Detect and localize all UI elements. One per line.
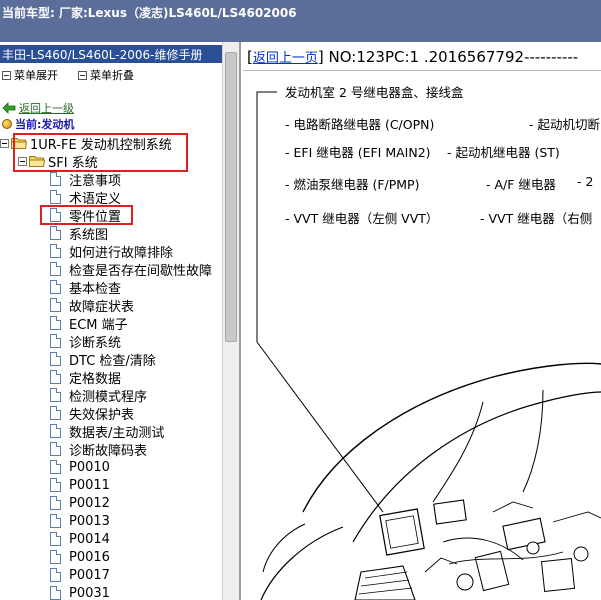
tree-item[interactable]: P0011 <box>50 476 110 494</box>
document-icon <box>50 298 61 312</box>
menu-toggle-row: 菜单展开 菜单折叠 <box>0 67 222 83</box>
tree-item[interactable]: 基本检查 <box>50 278 121 297</box>
tree-item[interactable]: 诊断故障码表 <box>50 440 147 459</box>
document-header: [返回上一页] NO:123PC:1 .2016567792---------- <box>247 48 579 66</box>
expand-all-button[interactable]: 菜单展开 <box>2 67 58 83</box>
document-number: NO:123PC:1 .2016567792---------- <box>328 48 579 66</box>
tree-item[interactable]: 检查是否存在间歇性故障 <box>50 260 212 279</box>
document-icon <box>50 460 61 474</box>
callout-more: - 2 <box>577 174 594 189</box>
navigation-pane: 丰田-LS460/LS460L-2006-维修手册 菜单展开 菜单折叠 返回上一… <box>0 42 241 600</box>
diagram-heading: 发动机室 2 号继电器盒、接线盒 <box>285 85 464 100</box>
tree-item[interactable]: DTC 检查/清除 <box>50 350 156 369</box>
tree-item[interactable]: 系统图 <box>50 224 108 243</box>
document-icon <box>50 172 61 186</box>
document-icon <box>50 352 61 366</box>
callout-circuit-opening-relay: - 电路断路继电器 (C/OPN) <box>285 117 435 132</box>
document-icon <box>50 514 61 528</box>
document-pane: [返回上一页] NO:123PC:1 .2016567792---------- <box>243 42 601 600</box>
window-title-bar: 当前车型: 厂家:Lexus（凌志)LS460L/LS4602006 <box>0 0 601 42</box>
callout-efi-relay: - EFI 继电器 (EFI MAIN2) <box>285 145 431 160</box>
tree-item[interactable]: 注意事项 <box>50 170 121 189</box>
document-icon <box>50 334 61 348</box>
callout-vvt-left-relay: - VVT 继电器（左侧 VVT） <box>285 211 439 226</box>
back-page-link[interactable]: 返回上一页 <box>253 51 318 66</box>
collapse-all-button[interactable]: 菜单折叠 <box>78 67 134 83</box>
tree-item[interactable]: 如何进行故障排除 <box>50 242 173 261</box>
tree-item[interactable]: 定格数据 <box>50 368 121 387</box>
document-icon <box>50 568 61 582</box>
tree-item[interactable]: P0016 <box>50 548 110 566</box>
document-icon <box>50 442 61 456</box>
highlight-box-section <box>13 133 188 172</box>
document-icon <box>50 226 61 240</box>
tree-item[interactable]: ECM 端子 <box>50 314 128 333</box>
callout-starter-cut: - 起动机切断 <box>529 117 600 132</box>
tree-item[interactable]: P0017 <box>50 566 110 584</box>
location-icon <box>2 119 12 129</box>
header-divider <box>243 70 601 71</box>
tree-item[interactable]: P0010 <box>50 458 110 476</box>
list-icon <box>2 70 11 80</box>
window-title: 当前车型: 厂家:Lexus（凌志)LS460L/LS4602006 <box>2 6 297 20</box>
current-location: 当前:发动机 <box>2 116 74 132</box>
tree-item[interactable]: P0013 <box>50 512 110 530</box>
document-icon <box>50 280 61 294</box>
document-icon <box>50 496 61 510</box>
document-icon <box>50 316 61 330</box>
tree-item[interactable]: 检测模式程序 <box>50 386 147 405</box>
document-icon <box>50 424 61 438</box>
document-icon <box>50 478 61 492</box>
document-icon <box>50 190 61 204</box>
callout-starter-relay: - 起动机继电器 (ST) <box>447 145 560 160</box>
tree-scrollbar[interactable] <box>222 42 239 600</box>
document-icon <box>50 406 61 420</box>
tree-item[interactable]: 诊断系统 <box>50 332 121 351</box>
tree-item[interactable]: P0012 <box>50 494 110 512</box>
manual-title: 丰田-LS460/LS460L-2006-维修手册 <box>0 45 222 63</box>
tree-item[interactable]: 失效保护表 <box>50 404 134 423</box>
document-icon <box>50 262 61 276</box>
collapse-toggle-icon[interactable] <box>0 138 9 148</box>
tree-item[interactable]: 术语定义 <box>50 188 121 207</box>
highlight-box-item <box>40 205 133 225</box>
document-icon <box>50 244 61 258</box>
tree-item[interactable]: P0014 <box>50 530 110 548</box>
tree-item[interactable]: 故障症状表 <box>50 296 134 315</box>
callout-af-relay: - A/F 继电器 <box>486 177 556 192</box>
callout-vvt-right-relay: - VVT 继电器（右侧 <box>480 211 593 226</box>
list-icon <box>78 70 87 80</box>
callout-fuel-pump-relay: - 燃油泵继电器 (F/PMP) <box>285 177 420 192</box>
document-icon <box>50 586 61 600</box>
back-arrow-icon <box>2 102 16 114</box>
back-up-level-link[interactable]: 返回上一级 <box>2 100 74 116</box>
document-icon <box>50 532 61 546</box>
document-icon <box>50 550 61 564</box>
document-icon <box>50 370 61 384</box>
document-icon <box>50 388 61 402</box>
tree-item[interactable]: 数据表/主动测试 <box>50 422 164 441</box>
tree-item[interactable]: P0031 <box>50 584 110 600</box>
scrollbar-thumb[interactable] <box>225 52 237 342</box>
